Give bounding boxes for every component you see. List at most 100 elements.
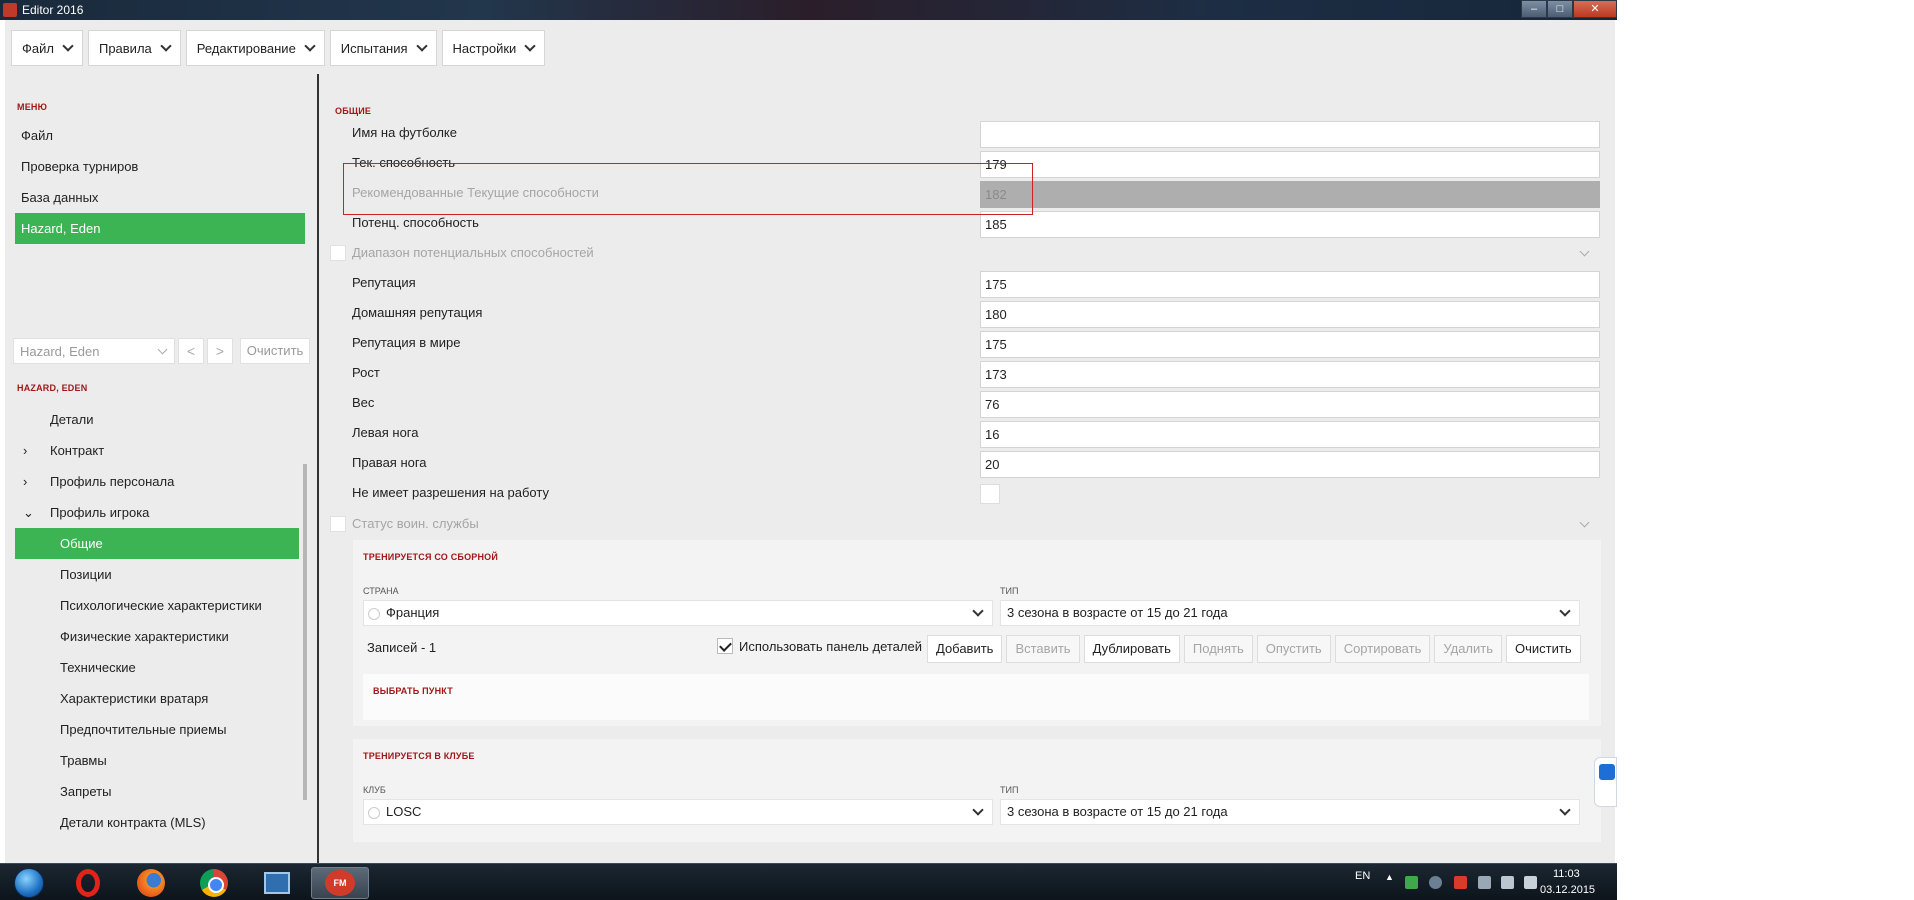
height-input[interactable]: 173 [980, 361, 1600, 388]
chevron-right-icon[interactable]: › [23, 435, 27, 466]
sidebar: МЕНЮ Файл Проверка турниров База данных … [5, 74, 315, 863]
system-tray: EN ▲ 11:03 03.12.2015 [1350, 864, 1617, 900]
right-foot-input[interactable]: 20 [980, 451, 1600, 478]
network-icon[interactable] [1501, 876, 1514, 889]
menu-tests-label: Испытания [340, 40, 408, 56]
tree-item-technical[interactable]: Технические [15, 652, 299, 683]
pa-range-checkbox[interactable] [330, 245, 346, 261]
country-value: Франция [386, 605, 440, 620]
col-type-header: ТИП [1000, 785, 1019, 795]
use-details-label: Использовать панель деталей [739, 638, 922, 654]
chevron-down-icon[interactable]: ⌄ [23, 497, 34, 528]
tree-item-details[interactable]: Детали [15, 404, 299, 435]
taskbar-fm-editor[interactable]: FM [311, 867, 369, 899]
next-button[interactable]: > [207, 338, 233, 364]
tree-item-positions[interactable]: Позиции [15, 559, 299, 590]
checkbox-checked-icon[interactable] [717, 638, 733, 654]
taskbar-network[interactable] [251, 867, 303, 899]
current-ability-input[interactable]: 179 [980, 151, 1600, 178]
player-select[interactable]: Hazard, Eden [13, 338, 175, 364]
menu-settings[interactable]: Настройки [441, 30, 546, 66]
move-down-button[interactable]: Опустить [1256, 635, 1331, 663]
left-foot-input[interactable]: 16 [980, 421, 1600, 448]
taskbar-opera[interactable] [62, 867, 114, 899]
chevron-right-icon[interactable]: › [23, 466, 27, 497]
add-button[interactable]: Добавить [927, 635, 1003, 663]
national-type-select[interactable]: 3 сезона в возрасте от 15 до 21 года [1000, 600, 1580, 626]
prev-button[interactable]: < [178, 338, 204, 364]
taskbar-chrome[interactable] [188, 867, 240, 899]
row-home-reputation: Домашняя репутация 180 [325, 299, 1601, 328]
row-reputation: Репутация 175 [325, 269, 1601, 298]
club-value: LOSC [386, 804, 422, 819]
potential-ability-input[interactable]: 185 [980, 211, 1600, 238]
move-up-button[interactable]: Поднять [1183, 635, 1253, 663]
menu-settings-label: Настройки [452, 40, 517, 56]
duplicate-button[interactable]: Дублировать [1083, 635, 1180, 663]
tree-item-injuries[interactable]: Травмы [15, 745, 299, 776]
start-button[interactable] [3, 867, 55, 899]
tree-item-bans[interactable]: Запреты [15, 776, 299, 807]
tree-item-contract[interactable]: › Контракт [15, 435, 299, 466]
sidebar-item-file[interactable]: Файл [15, 120, 305, 151]
volume-icon[interactable] [1524, 876, 1537, 889]
tree-scrollbar[interactable] [303, 464, 307, 800]
tray-expand-icon[interactable]: ▲ [1385, 872, 1394, 882]
shirt-name-input[interactable] [980, 121, 1600, 148]
world-reputation-input[interactable]: 175 [980, 331, 1600, 358]
menu-edit[interactable]: Редактирование [185, 30, 325, 66]
no-work-permit-checkbox[interactable] [980, 484, 1000, 504]
home-reputation-input[interactable]: 180 [980, 301, 1600, 328]
clear-button[interactable]: Очистить [1506, 635, 1581, 663]
menu-tests[interactable]: Испытания [329, 30, 437, 66]
tree-item-label: Профиль персонала [50, 474, 175, 489]
weight-input[interactable]: 76 [980, 391, 1600, 418]
tree-item-staff-profile[interactable]: › Профиль персонала [15, 466, 299, 497]
sidebar-item-database[interactable]: База данных [15, 182, 305, 213]
teamviewer-tab[interactable] [1594, 757, 1617, 807]
delete-button[interactable]: Удалить [1434, 635, 1502, 663]
field-label: Репутация в мире [352, 335, 461, 350]
tree-item-player-profile[interactable]: ⌄ Профиль игрока [15, 497, 299, 528]
clear-search-button[interactable]: Очистить [240, 338, 310, 364]
tray-app-icon[interactable] [1405, 876, 1418, 889]
sidebar-item-tournament-check[interactable]: Проверка турниров [15, 151, 305, 182]
maximize-button[interactable]: □ [1547, 0, 1573, 18]
fm-icon: FM [325, 870, 355, 896]
menu-file[interactable]: Файл [11, 30, 83, 66]
use-details-panel[interactable]: Использовать панель деталей [717, 638, 922, 654]
steam-icon[interactable] [1429, 876, 1442, 889]
chevron-down-icon [304, 40, 316, 52]
club-training-panel: ТРЕНИРУЕТСЯ В КЛУБЕ КЛУБ ТИП LOSC 3 сезо… [353, 739, 1601, 842]
clock-time[interactable]: 11:03 [1553, 868, 1580, 880]
tree-item-mental[interactable]: Психологические характеристики [15, 590, 299, 621]
reputation-input[interactable]: 175 [980, 271, 1600, 298]
field-label: Не имеет разрешения на работу [352, 485, 549, 500]
language-indicator[interactable]: EN [1355, 870, 1370, 882]
taskbar-firefox[interactable] [125, 867, 177, 899]
sidebar-item-player[interactable]: Hazard, Eden [15, 213, 305, 244]
minimize-button[interactable]: – [1521, 0, 1547, 18]
clock-date[interactable]: 03.12.2015 [1540, 884, 1595, 896]
tree-item-physical[interactable]: Физические характеристики [15, 621, 299, 652]
player-select-value: Hazard, Eden [20, 343, 100, 359]
country-select[interactable]: Франция [363, 600, 993, 626]
menu-rules[interactable]: Правила [87, 30, 181, 66]
military-status-checkbox[interactable] [330, 516, 346, 532]
chevron-down-icon [160, 40, 172, 52]
sort-button[interactable]: Сортировать [1334, 635, 1431, 663]
club-type-select[interactable]: 3 сезона в возрасте от 15 до 21 года [1000, 799, 1580, 825]
select-item-title: ВЫБРАТЬ ПУНКТ [373, 686, 453, 696]
close-button[interactable]: ✕ [1573, 0, 1617, 18]
club-select[interactable]: LOSC [363, 799, 993, 825]
tray-t-icon[interactable] [1454, 876, 1467, 889]
insert-button[interactable]: Вставить [1006, 635, 1080, 663]
tree-item-general[interactable]: Общие [15, 528, 299, 559]
tree-item-preferred-moves[interactable]: Предпочтительные приемы [15, 714, 299, 745]
chevron-down-icon [1559, 605, 1571, 617]
tree-item-mls-contract[interactable]: Детали контракта (MLS) [15, 807, 299, 838]
action-center-icon[interactable] [1478, 876, 1491, 889]
panel-divider[interactable] [317, 74, 319, 863]
window-title: Editor 2016 [22, 3, 84, 17]
tree-item-goalkeeping[interactable]: Характеристики вратаря [15, 683, 299, 714]
